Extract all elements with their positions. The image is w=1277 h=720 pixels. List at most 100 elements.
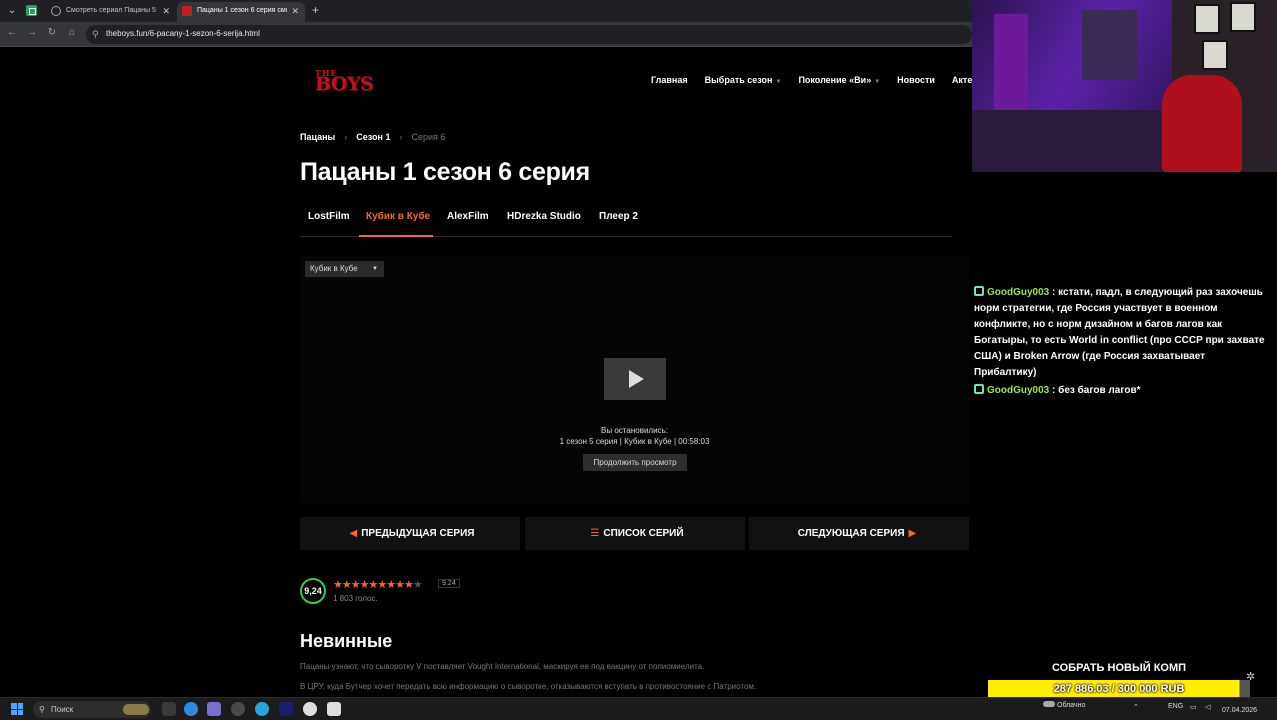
chrome-icon[interactable]: [184, 702, 198, 716]
tab-player-2[interactable]: Плеер 2: [599, 211, 638, 222]
caret-down-icon: ▼: [372, 266, 378, 272]
episode-list-button[interactable]: ☰ СПИСОК СЕРИЙ: [525, 517, 745, 550]
close-icon[interactable]: ✕: [291, 2, 299, 20]
pinned-sheets-tab-icon[interactable]: [26, 5, 37, 16]
reload-icon[interactable]: ↻: [45, 27, 59, 38]
breadcrumb: Пацаны › Сезон 1 › Серия 6: [300, 132, 445, 142]
tray-chevron-up-icon[interactable]: ⌃: [1133, 703, 1139, 711]
star-icon[interactable]: ★: [351, 579, 361, 591]
webcam-door: [994, 14, 1028, 124]
telegram-icon[interactable]: [255, 702, 269, 716]
tab-alexfilm[interactable]: AlexFilm: [447, 211, 489, 222]
tab-kubik-v-kube[interactable]: Кубик в Кубе: [366, 211, 430, 222]
chat-badge-icon: [974, 286, 984, 296]
task-view-icon[interactable]: [162, 702, 176, 716]
weather-text: Облачно: [1057, 702, 1086, 709]
voice-select-value: Кубик в Кубе: [310, 264, 358, 273]
browser-tab-inactive[interactable]: Смотреть сериал Пацаны 5 се ✕: [46, 2, 176, 22]
voice-select[interactable]: Кубик в Кубе ▼: [305, 261, 384, 277]
network-icon[interactable]: ▭: [1190, 703, 1197, 711]
nav-item-gen-v[interactable]: Поколение «Ви» ▼: [798, 75, 880, 85]
active-tab-indicator: [359, 235, 433, 237]
star-icon[interactable]: ★: [386, 579, 396, 591]
triangle-left-icon: ◀: [349, 528, 358, 539]
triangle-right-icon: ▶: [908, 528, 917, 539]
chevron-down-icon: ▼: [775, 79, 782, 85]
description-paragraph: Пацаны узнают, что сыворотку V поставляе…: [300, 662, 705, 671]
nav-item-home[interactable]: Главная: [651, 75, 688, 85]
app-icon[interactable]: [231, 702, 245, 716]
new-tab-plus-icon[interactable]: +: [312, 3, 319, 17]
next-episode-label: СЛЕДУЮЩАЯ СЕРИЯ: [797, 528, 905, 539]
star-icon[interactable]: ★: [413, 579, 423, 591]
site-info-icon[interactable]: ⚲: [92, 29, 99, 40]
nav-label: Выбрать сезон: [704, 75, 773, 85]
weather-widget[interactable]: Облачно: [1043, 701, 1085, 709]
nav-item-news[interactable]: Новости: [897, 75, 935, 85]
webcam-sofa: [972, 110, 1172, 172]
star-icon[interactable]: ★: [333, 579, 343, 591]
chevron-right-icon: ›: [344, 132, 348, 142]
app-icon[interactable]: [327, 702, 341, 716]
episode-list-label: СПИСОК СЕРИЙ: [603, 528, 684, 539]
site-logo[interactable]: THE BOYS: [315, 69, 374, 95]
address-bar[interactable]: ⚲ theboys.fun/6-pacany-1-sezon-6-serija.…: [86, 25, 972, 44]
nav-item-seasons[interactable]: Выбрать сезон ▼: [705, 75, 782, 85]
star-icon[interactable]: ★: [360, 579, 370, 591]
back-arrow-icon[interactable]: ←: [5, 27, 19, 38]
app-icon[interactable]: [207, 702, 221, 716]
home-icon[interactable]: ⌂: [65, 27, 79, 38]
breadcrumb-current: Серия 6: [411, 132, 446, 142]
breadcrumb-show-link[interactable]: Пацаны: [300, 132, 335, 142]
date-text[interactable]: 07.04.2026: [1222, 707, 1257, 714]
continue-watching-button[interactable]: Продолжить просмотр: [583, 454, 687, 471]
chevron-right-icon: ›: [399, 132, 403, 142]
logo-main-text: BOYS: [315, 73, 374, 95]
rating-circle: 9,24: [300, 578, 326, 604]
star-icon[interactable]: ★: [395, 579, 405, 591]
star-icon[interactable]: ★: [377, 579, 387, 591]
search-highlight-image: [123, 704, 149, 715]
premiere-icon[interactable]: [279, 702, 293, 716]
tab-lostfilm[interactable]: LostFilm: [308, 211, 350, 222]
search-icon: ⚲: [39, 705, 45, 714]
tab-title: Пацаны 1 сезон 6 серия смотр: [197, 7, 287, 14]
chevron-down-icon: ▼: [874, 79, 881, 85]
donation-goal-progress: 287 886.03 / 300 000 RUB: [1053, 683, 1185, 695]
webcam-poster: [1082, 10, 1137, 80]
tab-search-icon[interactable]: ⌄: [5, 4, 19, 18]
tab-title: Смотреть сериал Пацаны 5 се: [66, 7, 156, 14]
windows-start-icon[interactable]: [11, 703, 23, 715]
star-rating[interactable]: ★★★★★★★★★★: [333, 578, 423, 591]
close-icon[interactable]: ✕: [162, 2, 170, 20]
obs-icon[interactable]: [303, 702, 317, 716]
star-icon[interactable]: ★: [404, 579, 414, 591]
page-title: Пацаны 1 сезон 6 серия: [300, 158, 590, 186]
chat-message: GoodGuy003 : кстати, падл, в следующий р…: [974, 285, 1269, 381]
webcam-feed: [972, 0, 1277, 172]
language-indicator[interactable]: ENG: [1168, 703, 1183, 710]
browser-tab-active[interactable]: Пацаны 1 сезон 6 серия смотр ✕: [177, 2, 305, 22]
taskbar-search[interactable]: ⚲ Поиск: [33, 701, 151, 718]
resume-label: Вы остановились:: [601, 426, 668, 435]
previous-episode-label: ПРЕДЫДУЩАЯ СЕРИЯ: [361, 528, 475, 539]
tab-hdrezka[interactable]: HDrezka Studio: [507, 211, 581, 222]
volume-icon[interactable]: ◁: [1205, 703, 1210, 711]
gear-icon: ✲: [1246, 671, 1256, 683]
chat-text: : без багов лагов*: [1052, 385, 1141, 396]
site-favicon-icon: [182, 6, 192, 16]
search-placeholder: Поиск: [51, 705, 74, 714]
forward-arrow-icon[interactable]: →: [25, 27, 39, 38]
video-player[interactable]: Кубик в Кубе ▼ Вы остановились: 1 сезон …: [300, 255, 969, 503]
breadcrumb-season-link[interactable]: Сезон 1: [356, 132, 390, 142]
globe-icon: [51, 6, 61, 16]
cloud-icon: [1043, 701, 1055, 707]
previous-episode-button[interactable]: ◀ ПРЕДЫДУЩАЯ СЕРИЯ: [300, 517, 520, 550]
vote-count: 1 803 голос.: [333, 594, 378, 603]
next-episode-button[interactable]: СЛЕДУЮЩАЯ СЕРИЯ ▶: [749, 517, 969, 550]
player-tabs: LostFilm Кубик в Кубе AlexFilm HDrezka S…: [300, 204, 952, 237]
play-button[interactable]: [604, 358, 666, 400]
chat-text: : кстати, падл, в следующий раз захочешь…: [974, 287, 1265, 378]
chat-badge-icon: [974, 384, 984, 394]
star-icon[interactable]: ★: [342, 579, 352, 591]
